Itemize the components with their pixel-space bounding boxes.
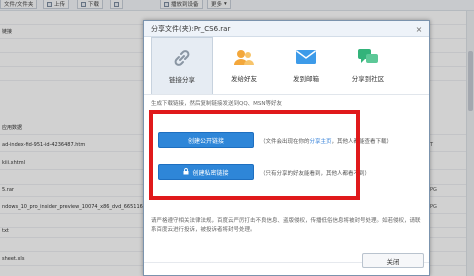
share-tabs: 链接分享 发给好友 发到邮箱 分享到社区 xyxy=(144,37,429,95)
share-description: 生成下载链接，然后复制链接发送到QQ、MSN等好友 xyxy=(151,101,283,107)
tab-link-share[interactable]: 链接分享 xyxy=(151,37,213,94)
link-icon xyxy=(171,48,193,68)
close-icon[interactable]: × xyxy=(414,24,424,34)
tab-send-friends[interactable]: 发给好友 xyxy=(213,37,275,94)
community-icon xyxy=(357,47,379,67)
legal-notice: 请严格遵守相关法律法规，百度云严厉打击不良信息、盗版侵权，传播低俗信息将被封号处… xyxy=(151,218,421,233)
close-button[interactable]: 关闭 xyxy=(362,253,424,268)
tab-share-community[interactable]: 分享到社区 xyxy=(337,37,399,94)
tab-share-community-label: 分享到社区 xyxy=(351,75,385,83)
dialog-title: 分享文件(夹):Pr_CS6.rar xyxy=(151,24,231,33)
tab-send-mail[interactable]: 发到邮箱 xyxy=(275,37,337,94)
mail-icon xyxy=(295,47,317,67)
friends-icon xyxy=(233,47,255,67)
highlight-box xyxy=(149,110,360,200)
dialog-title-bar: 分享文件(夹):Pr_CS6.rar × xyxy=(144,21,429,37)
tab-link-share-label: 链接分享 xyxy=(169,76,195,84)
tab-send-mail-label: 发到邮箱 xyxy=(293,75,319,83)
tab-send-friends-label: 发给好友 xyxy=(231,75,257,83)
